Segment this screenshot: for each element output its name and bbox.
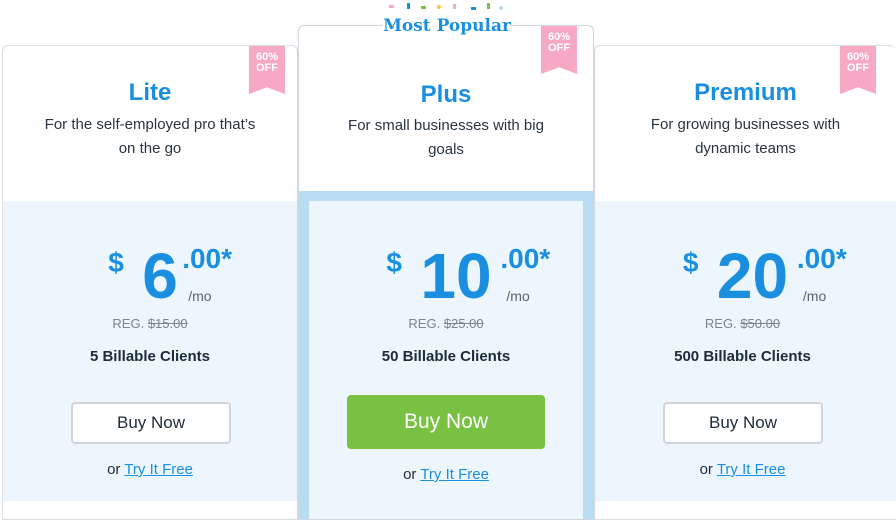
buy-now-button[interactable]: Buy Now bbox=[71, 402, 231, 444]
plan-card-plus: Most Popular 60% OFF Plus For small busi… bbox=[298, 0, 594, 520]
plan-description: For the self-employed pro that’s on the … bbox=[44, 116, 256, 157]
try-it-free-link[interactable]: Try It Free bbox=[124, 461, 193, 478]
regular-price-label: REG. bbox=[408, 316, 441, 331]
buy-now-button[interactable]: Buy Now bbox=[347, 395, 545, 449]
billable-clients: 5 Billable Clients bbox=[89, 348, 211, 365]
regular-price: REG. $25.00 bbox=[299, 316, 593, 331]
regular-price-value: $50.00 bbox=[740, 316, 781, 331]
regular-price-label: REG. bbox=[112, 316, 145, 331]
plan-card-premium: 60% OFF Premium For growing businesses w… bbox=[594, 45, 896, 520]
price-cents: .00* bbox=[182, 243, 233, 274]
price-amount: 20 bbox=[716, 240, 789, 312]
discount-off-label: OFF bbox=[548, 42, 570, 54]
price: $ 10 .00* /mo bbox=[299, 241, 593, 311]
plan-description: For small businesses with big goals bbox=[348, 117, 544, 158]
regular-price-value: $15.00 bbox=[147, 316, 188, 331]
plan-description: For growing businesses with dynamic team… bbox=[650, 116, 841, 157]
price-period: /mo bbox=[506, 288, 530, 304]
regular-price-value: $25.00 bbox=[443, 316, 484, 331]
plan-title: Lite bbox=[128, 79, 172, 106]
billable-clients: 50 Billable Clients bbox=[381, 348, 511, 365]
try-prefix: or bbox=[403, 466, 417, 483]
price-period: /mo bbox=[188, 288, 212, 304]
price-amount: 10 bbox=[420, 240, 492, 312]
most-popular-label: Most Popular bbox=[383, 16, 511, 36]
price: $ 20 .00* /mo bbox=[595, 241, 890, 311]
plan-title: Plus bbox=[420, 81, 472, 108]
regular-price: REG. $15.00 bbox=[3, 316, 297, 331]
discount-ribbon: 60% OFF bbox=[541, 26, 577, 74]
plan-card-lite: 60% OFF Lite For the self-employed pro t… bbox=[2, 45, 298, 520]
confetti-icon bbox=[389, 3, 503, 10]
price-amount: 6 bbox=[142, 240, 178, 312]
buy-now-button[interactable]: Buy Now bbox=[663, 402, 823, 444]
try-free-line: or Try It Free bbox=[595, 461, 890, 478]
regular-price-label: REG. bbox=[704, 316, 737, 331]
currency-symbol: $ bbox=[682, 247, 699, 278]
price-section: $ 20 .00* /mo REG. $50.00 500 Billable C… bbox=[595, 201, 896, 501]
discount-off-label: OFF bbox=[256, 62, 278, 74]
price-cents: .00* bbox=[796, 243, 847, 274]
regular-price: REG. $50.00 bbox=[595, 316, 890, 331]
price-period: /mo bbox=[802, 288, 827, 304]
currency-symbol: $ bbox=[386, 247, 402, 278]
try-free-line: or Try It Free bbox=[3, 461, 297, 478]
discount-off-label: OFF bbox=[847, 62, 869, 74]
try-prefix: or bbox=[699, 461, 713, 478]
price-cents: .00* bbox=[500, 243, 551, 274]
most-popular-badge: Most Popular bbox=[383, 0, 511, 42]
try-prefix: or bbox=[107, 461, 121, 478]
price-section: $ 10 .00* /mo REG. $25.00 50 Billable Cl… bbox=[299, 191, 593, 519]
try-it-free-link[interactable]: Try It Free bbox=[420, 466, 489, 483]
try-free-line: or Try It Free bbox=[299, 466, 593, 483]
billable-clients: 500 Billable Clients bbox=[674, 348, 811, 365]
currency-symbol: $ bbox=[108, 247, 124, 278]
try-it-free-link[interactable]: Try It Free bbox=[717, 461, 786, 478]
price: $ 6 .00* /mo bbox=[3, 241, 297, 311]
plan-title: Premium bbox=[694, 79, 797, 106]
price-section: $ 6 .00* /mo REG. $15.00 5 Billable Clie… bbox=[3, 201, 297, 501]
